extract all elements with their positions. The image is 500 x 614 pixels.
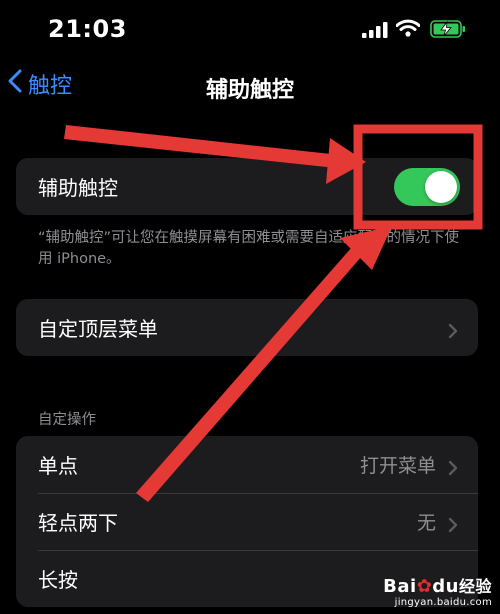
single-tap-row[interactable]: 单点 打开菜单 xyxy=(16,436,478,493)
top-level-menu-group: 自定顶层菜单 xyxy=(16,299,478,356)
single-tap-label: 单点 xyxy=(38,454,78,478)
assistive-touch-group: 辅助触控 xyxy=(16,158,478,215)
status-time: 21:03 xyxy=(48,15,127,43)
page-title: 辅助触控 xyxy=(205,78,294,103)
toggle-knob xyxy=(425,170,457,203)
single-tap-value: 打开菜单 xyxy=(359,455,436,477)
battery-charging-icon xyxy=(430,20,466,42)
customize-top-level-menu-row[interactable]: 自定顶层菜单 xyxy=(16,299,478,356)
status-bar: 21:03 xyxy=(0,0,500,58)
customize-top-level-menu-label: 自定顶层菜单 xyxy=(38,317,158,341)
custom-actions-header: 自定操作 xyxy=(38,412,96,428)
chevron-right-icon xyxy=(448,457,458,481)
chevron-right-icon xyxy=(448,320,458,344)
watermark-brand: Bai✿du经验 xyxy=(383,576,492,597)
double-tap-value: 无 xyxy=(416,512,436,534)
signal-icon xyxy=(362,22,388,42)
wifi-icon xyxy=(395,19,421,41)
assistive-touch-label: 辅助触控 xyxy=(38,176,118,200)
chevron-right-icon xyxy=(448,514,458,538)
long-press-label: 长按 xyxy=(38,568,78,592)
double-tap-label: 轻点两下 xyxy=(38,511,118,535)
baidu-jingyan-watermark: Bai✿du经验 jingyan.baidu.com xyxy=(383,573,492,608)
assistive-touch-row: 辅助触控 xyxy=(16,158,478,215)
paw-icon: ✿ xyxy=(416,576,433,597)
assistive-touch-toggle[interactable] xyxy=(394,167,460,206)
double-tap-row[interactable]: 轻点两下 无 xyxy=(16,493,478,550)
assistive-touch-footer: “辅助触控”可让您在触摸屏幕有困难或需要自适应配件的情况下使用 iPhone。 xyxy=(38,230,460,267)
watermark-site: jingyan.baidu.com xyxy=(394,597,492,608)
